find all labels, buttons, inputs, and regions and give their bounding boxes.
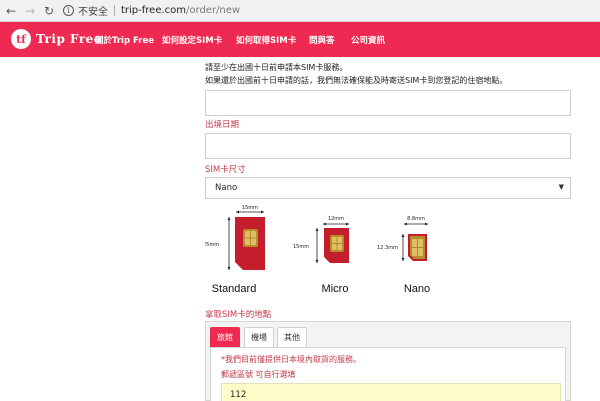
nav-get-sim[interactable]: 如何取得SIM卡 bbox=[236, 34, 296, 46]
tab-airport[interactable]: 機場 bbox=[244, 327, 274, 347]
sim-nano-illustration: 8.8mm 12.3mm bbox=[377, 216, 428, 261]
nav-about[interactable]: 關於Trip Free bbox=[95, 34, 154, 46]
sim-nano-name: Nano bbox=[404, 283, 430, 295]
sim-size-select[interactable]: Nano ▼ bbox=[205, 177, 571, 199]
notice-line-2: 如果還於出國前十日申請的話，我們無法確保能及時寄送SIM卡到您登記的住宿地點。 bbox=[205, 76, 508, 85]
sim-micro-height: 15mm bbox=[293, 244, 309, 250]
reload-icon[interactable]: ↻ bbox=[41, 3, 57, 19]
sim-size-selected: Nano bbox=[215, 183, 238, 193]
dropdown-caret-icon: ▼ bbox=[558, 183, 564, 191]
url-path: /order/new bbox=[186, 5, 241, 16]
sim-nano-width: 8.8mm bbox=[407, 216, 425, 222]
logo-text: Trip Free bbox=[36, 32, 102, 46]
forward-arrow-icon[interactable]: → bbox=[22, 3, 38, 19]
postal-code-input[interactable]: 112 bbox=[221, 383, 561, 401]
address-divider bbox=[114, 5, 115, 16]
departure-date-input[interactable] bbox=[205, 133, 571, 159]
pickup-tabs-panel: 旅館 機場 其他 *我們目前僅提供日本境內取貨的服務。 郵遞區號 可自行選填 1… bbox=[205, 321, 571, 401]
pickup-note: *我們目前僅提供日本境內取貨的服務。 bbox=[221, 355, 361, 364]
sim-micro-width: 12mm bbox=[328, 216, 344, 222]
back-arrow-icon[interactable]: ← bbox=[3, 3, 19, 19]
address-bar[interactable]: i 不安全 trip-free.com/order/new bbox=[63, 3, 240, 19]
browser-toolbar: ← → ↻ i 不安全 trip-free.com/order/new bbox=[0, 0, 600, 22]
postal-code-label: 郵遞區號 可自行選填 bbox=[221, 370, 296, 379]
security-label: 不安全 bbox=[78, 7, 108, 18]
logo-mark-icon: tf bbox=[11, 29, 31, 49]
nav-company[interactable]: 公司資訊 bbox=[351, 34, 385, 46]
site-header: tf Trip Free 關於Trip Free 如何設定SIM卡 如何取得SI… bbox=[0, 22, 600, 57]
sim-standard-height: 25mm bbox=[205, 242, 219, 248]
departure-date-label: 出境日期 bbox=[205, 120, 240, 130]
nav-faq[interactable]: 問與答 bbox=[309, 34, 335, 46]
logo[interactable]: tf Trip Free bbox=[11, 29, 102, 49]
sim-micro-name: Micro bbox=[322, 283, 349, 295]
sim-standard-width: 15mm bbox=[242, 205, 258, 211]
tab-hotel[interactable]: 旅館 bbox=[210, 327, 240, 347]
sim-standard-illustration: 15mm 25mm bbox=[205, 205, 265, 270]
tab-content: *我們目前僅提供日本境內取貨的服務。 郵遞區號 可自行選填 112 bbox=[210, 347, 566, 401]
sim-size-diagram: 15mm 25mm Standard 12mm 15mm Micro 8.8mm bbox=[205, 205, 430, 295]
postal-code-value: 112 bbox=[230, 390, 247, 400]
url-host: trip-free.com bbox=[121, 5, 187, 16]
nav-setup-sim[interactable]: 如何設定SIM卡 bbox=[162, 34, 222, 46]
sim-nano-height: 12.3mm bbox=[377, 245, 398, 251]
sim-standard-name: Standard bbox=[212, 283, 257, 295]
tab-other[interactable]: 其他 bbox=[277, 327, 307, 347]
address-input[interactable] bbox=[205, 90, 571, 116]
pickup-location-label: 拿取SIM卡的地點 bbox=[205, 310, 272, 320]
notice-line-1: 請至少在出國十日前申請本SIM卡服務。 bbox=[205, 63, 348, 72]
sim-micro-illustration: 12mm 15mm bbox=[293, 216, 349, 263]
info-icon[interactable]: i bbox=[63, 5, 74, 16]
sim-size-label: SIM卡尺寸 bbox=[205, 165, 246, 175]
